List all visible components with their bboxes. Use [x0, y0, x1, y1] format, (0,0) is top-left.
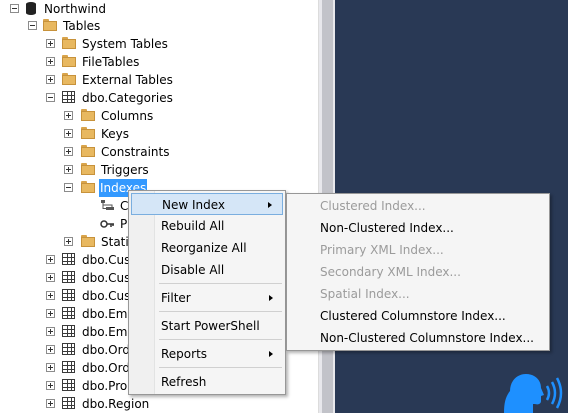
- folder-icon: [62, 37, 77, 50]
- menu-item-reorganize-all[interactable]: Reorganize All: [131, 237, 283, 259]
- tree-label-table: dbo.Cus: [82, 271, 131, 285]
- folder-icon: [43, 19, 58, 32]
- submenu-item-non-clustered-columnstore-index[interactable]: Non-Clustered Columnstore Index...: [320, 327, 534, 349]
- context-menu: New Index Rebuild All Reorganize All Dis…: [128, 190, 286, 395]
- menu-item-disable-all[interactable]: Disable All: [131, 259, 283, 281]
- expand-icon[interactable]: [46, 327, 55, 336]
- table-icon: [62, 325, 75, 337]
- tree-label-table: dbo.Cus: [82, 289, 131, 303]
- submenu-item-secondary-xml-index[interactable]: Secondary XML Index...: [320, 261, 461, 283]
- collapse-icon[interactable]: [10, 4, 19, 13]
- submenu-item-primary-xml-index[interactable]: Primary XML Index...: [320, 239, 444, 261]
- table-icon: [62, 343, 75, 355]
- expand-icon[interactable]: [46, 399, 55, 408]
- tree-label-file-tables: FileTables: [82, 55, 140, 69]
- database-icon: [26, 2, 36, 15]
- menu-separator: [159, 311, 282, 312]
- submenu-arrow-icon: [269, 351, 273, 357]
- tree-label-tables: Tables: [63, 19, 101, 33]
- tree-label-database: Northwind: [44, 2, 106, 16]
- menu-separator: [159, 339, 282, 340]
- tree-label-columns: Columns: [101, 109, 154, 123]
- expand-icon[interactable]: [46, 255, 55, 264]
- menu-item-reports[interactable]: Reports: [131, 343, 283, 365]
- menu-item-label: Reports: [161, 347, 208, 361]
- speaking-head-icon: [500, 366, 568, 413]
- tree-label-table: dbo.Region: [82, 397, 150, 411]
- menu-separator: [159, 283, 282, 284]
- menu-item-new-index[interactable]: New Index: [131, 193, 283, 215]
- folder-icon: [81, 181, 96, 194]
- tree-label-table: dbo.Pro: [82, 379, 128, 393]
- folder-icon: [81, 109, 96, 122]
- table-icon: [62, 289, 75, 301]
- tree-label-external-tables: External Tables: [82, 73, 173, 87]
- tree-label-statistics: Stati: [101, 235, 129, 249]
- expand-icon[interactable]: [46, 57, 55, 66]
- menu-item-label: Reorganize All: [161, 241, 247, 255]
- expand-icon[interactable]: [46, 39, 55, 48]
- expand-icon[interactable]: [46, 291, 55, 300]
- expand-icon[interactable]: [64, 129, 73, 138]
- table-icon: [62, 91, 75, 103]
- menu-item-label: New Index: [162, 198, 226, 212]
- menu-item-start-powershell[interactable]: Start PowerShell: [131, 315, 283, 337]
- expand-icon[interactable]: [46, 309, 55, 318]
- table-icon: [62, 361, 75, 373]
- tree-label-index-2: P: [120, 217, 128, 231]
- collapse-icon[interactable]: [64, 183, 73, 192]
- menu-item-label: Start PowerShell: [161, 319, 260, 333]
- tree-label-categories: dbo.Categories: [82, 91, 173, 105]
- expand-icon[interactable]: [64, 237, 73, 246]
- tree-label-keys: Keys: [101, 127, 130, 141]
- menu-item-refresh[interactable]: Refresh: [131, 371, 283, 393]
- menu-separator: [159, 367, 282, 368]
- table-icon: [62, 253, 75, 265]
- index-icon: [100, 199, 115, 212]
- folder-icon: [81, 127, 96, 140]
- folder-icon: [62, 55, 77, 68]
- expand-icon[interactable]: [64, 165, 73, 174]
- menu-item-label: Disable All: [161, 263, 225, 277]
- folder-icon: [81, 235, 96, 248]
- expand-icon[interactable]: [64, 147, 73, 156]
- tree-label-system-tables: System Tables: [82, 37, 168, 51]
- table-icon: [62, 397, 75, 409]
- expand-icon[interactable]: [46, 363, 55, 372]
- table-icon: [62, 379, 75, 391]
- submenu-item-clustered-columnstore-index[interactable]: Clustered Columnstore Index...: [320, 305, 506, 327]
- menu-item-label: Refresh: [161, 375, 207, 389]
- new-index-submenu: Clustered Index... Non-Clustered Index..…: [286, 193, 550, 351]
- submenu-arrow-icon: [268, 202, 272, 208]
- menu-item-label: Filter: [161, 291, 191, 305]
- tree-label-table: dbo.Ord: [82, 361, 130, 375]
- tree-label-triggers: Triggers: [101, 163, 149, 177]
- key-icon: [100, 217, 115, 230]
- tree-label-table: dbo.Cus: [82, 253, 131, 267]
- folder-icon: [81, 145, 96, 158]
- collapse-icon[interactable]: [28, 21, 37, 30]
- submenu-arrow-icon: [269, 295, 273, 301]
- submenu-item-spatial-index[interactable]: Spatial Index...: [320, 283, 410, 305]
- expand-icon[interactable]: [46, 345, 55, 354]
- table-icon: [62, 307, 75, 319]
- menu-item-filter[interactable]: Filter: [131, 287, 283, 309]
- expand-icon[interactable]: [46, 381, 55, 390]
- tree-label-table: dbo.Ord: [82, 343, 130, 357]
- menu-item-label: Rebuild All: [161, 219, 225, 233]
- folder-icon: [62, 73, 77, 86]
- expand-icon[interactable]: [46, 75, 55, 84]
- submenu-item-clustered-index[interactable]: Clustered Index...: [320, 195, 426, 217]
- expand-icon[interactable]: [46, 273, 55, 282]
- expand-icon[interactable]: [64, 111, 73, 120]
- collapse-icon[interactable]: [46, 93, 55, 102]
- folder-icon: [81, 163, 96, 176]
- tree-label-constraints: Constraints: [101, 145, 170, 159]
- menu-item-rebuild-all[interactable]: Rebuild All: [131, 215, 283, 237]
- table-icon: [62, 271, 75, 283]
- submenu-item-non-clustered-index[interactable]: Non-Clustered Index...: [320, 217, 454, 239]
